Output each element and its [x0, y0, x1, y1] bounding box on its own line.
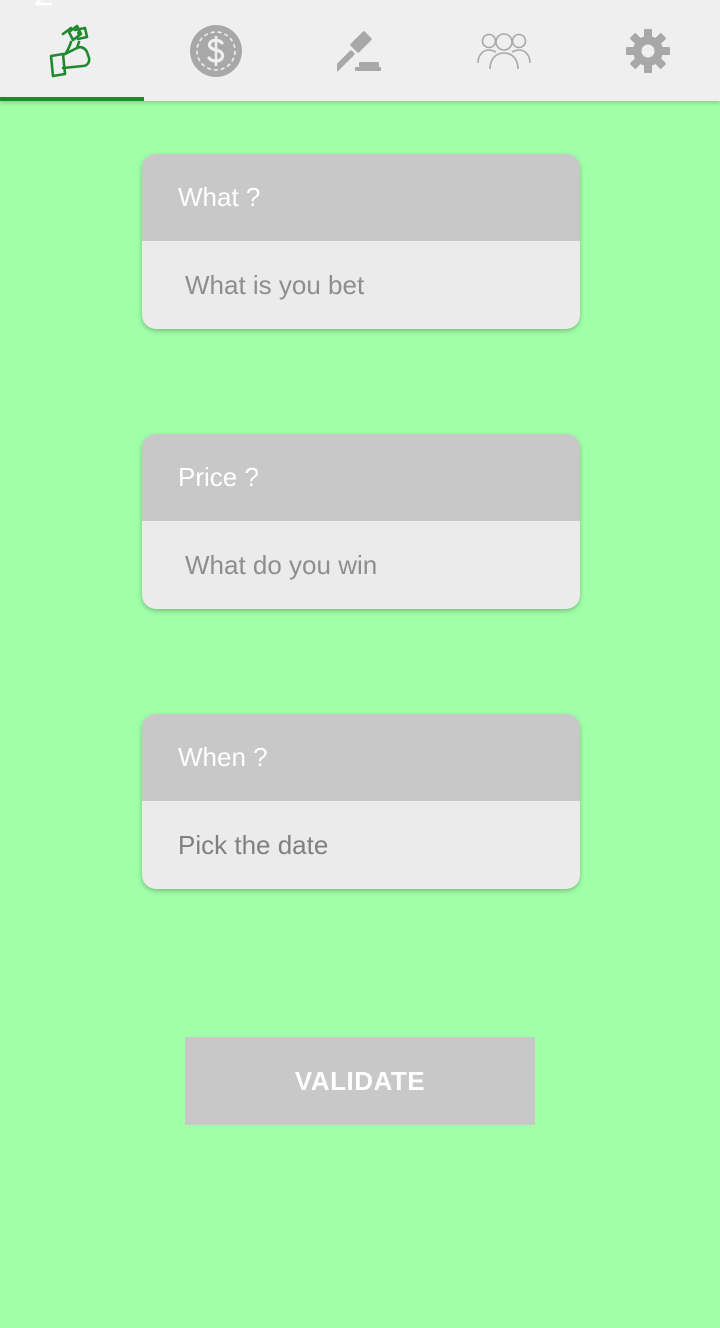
tab-friends[interactable]	[432, 0, 576, 101]
tab-bets[interactable]	[0, 0, 144, 101]
money-hand-icon	[49, 24, 91, 77]
tab-bar	[0, 0, 720, 101]
price-label: Price ?	[142, 434, 580, 521]
what-label: What ?	[142, 154, 580, 241]
when-label: When ?	[142, 714, 580, 801]
gavel-icon	[337, 30, 381, 71]
price-input[interactable]	[142, 521, 580, 609]
active-tab-indicator	[0, 97, 144, 101]
tab-money[interactable]	[144, 0, 288, 101]
when-field-container: Pick the date	[142, 801, 580, 889]
tab-settings[interactable]	[576, 0, 720, 101]
date-picker-field[interactable]: Pick the date	[142, 801, 580, 889]
what-input[interactable]	[142, 241, 580, 329]
group-icon	[477, 32, 531, 69]
dollar-coin-icon	[190, 24, 242, 77]
validate-button[interactable]: VALIDATE	[185, 1037, 535, 1125]
when-card: When ? Pick the date	[142, 714, 580, 889]
price-field-container	[142, 521, 580, 609]
price-card: Price ?	[142, 434, 580, 609]
what-field-container	[142, 241, 580, 329]
tab-judge[interactable]	[288, 0, 432, 101]
what-card: What ?	[142, 154, 580, 329]
gear-icon	[626, 28, 670, 73]
